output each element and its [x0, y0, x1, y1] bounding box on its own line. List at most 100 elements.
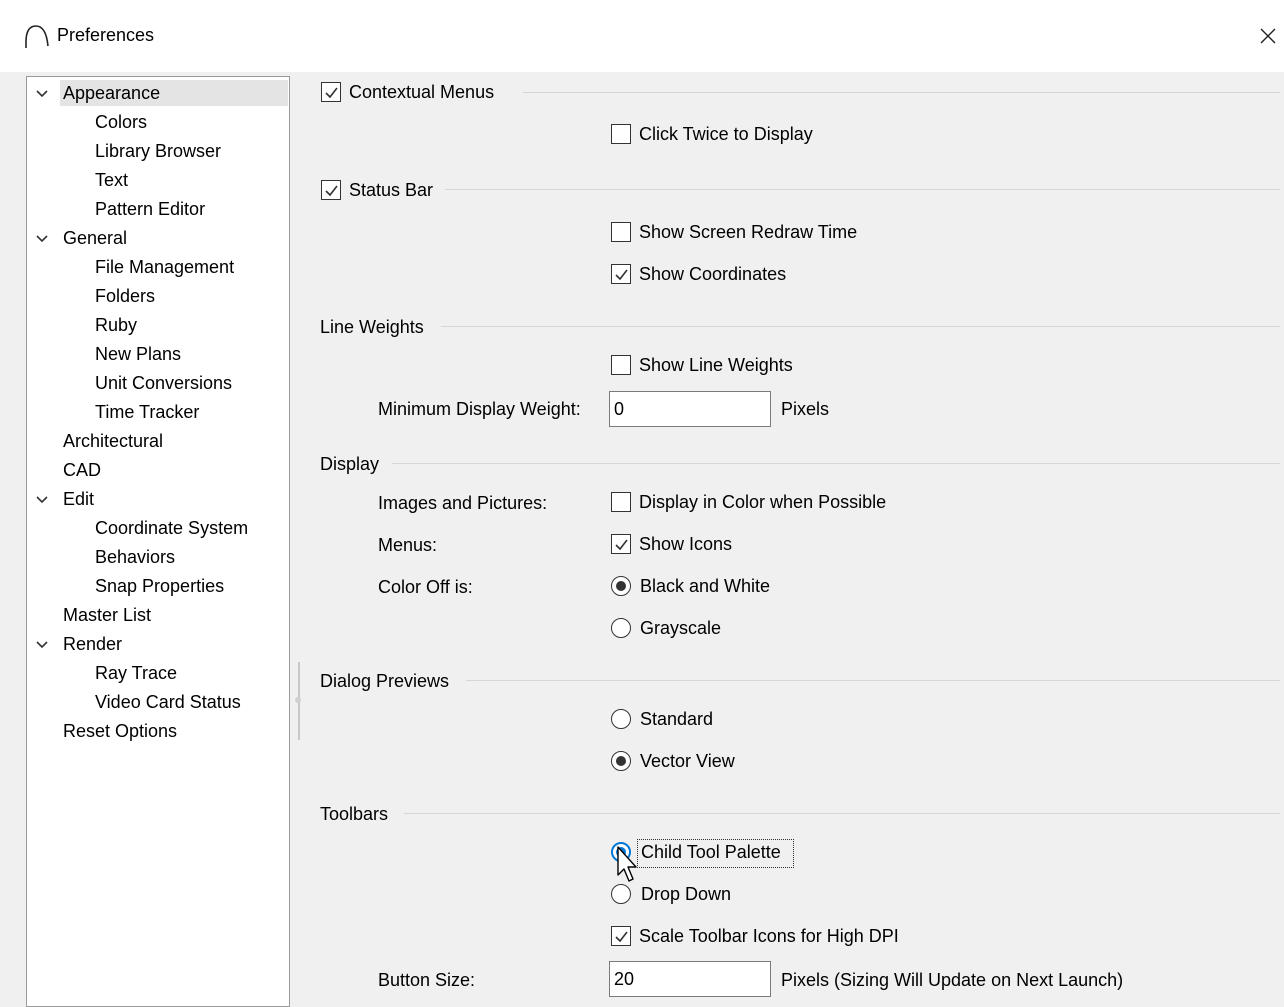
- tree-item[interactable]: Ruby: [92, 312, 137, 338]
- grayscale-radio[interactable]: [611, 618, 631, 638]
- toolbars-heading: Toolbars: [320, 804, 389, 824]
- tree-item-label: Unit Conversions: [95, 373, 233, 393]
- tree-item[interactable]: Render: [60, 631, 288, 657]
- tree-item-label: Ray Trace: [95, 663, 178, 683]
- show-line-weights-checkbox[interactable]: [611, 355, 631, 375]
- tree-item-label: Pattern Editor: [95, 199, 206, 219]
- tree-item[interactable]: Appearance: [60, 80, 288, 106]
- tree-item[interactable]: Video Card Status: [92, 689, 241, 715]
- grayscale-label[interactable]: Grayscale: [640, 618, 721, 639]
- tree-item[interactable]: Library Browser: [92, 138, 221, 164]
- tree-item-label: Library Browser: [95, 141, 222, 161]
- section-divider: [523, 92, 1280, 93]
- min-display-weight-input[interactable]: 0: [609, 391, 771, 427]
- dialog-previews-heading: Dialog Previews: [320, 671, 450, 691]
- tree-item[interactable]: File Management: [92, 254, 234, 280]
- button-size-label: Button Size:: [378, 970, 476, 990]
- title-bar: Preferences: [0, 0, 1284, 72]
- min-display-weight-label: Minimum Display Weight:: [378, 399, 581, 419]
- standard-radio[interactable]: [611, 709, 631, 729]
- drop-down-radio[interactable]: [611, 884, 631, 904]
- tree-item-label: General: [63, 228, 128, 248]
- tree-item[interactable]: General: [60, 225, 288, 251]
- show-line-weights-label[interactable]: Show Line Weights: [639, 355, 793, 376]
- tree-item[interactable]: Time Tracker: [92, 399, 199, 425]
- tree-item[interactable]: New Plans: [92, 341, 181, 367]
- tree-item-label: Render: [63, 634, 123, 654]
- tree-item-label: Architectural: [63, 431, 164, 451]
- tree-item-label: Edit: [63, 489, 95, 509]
- tree-item[interactable]: Ray Trace: [92, 660, 177, 686]
- show-icons-checkbox[interactable]: [611, 534, 631, 554]
- close-icon[interactable]: [1248, 20, 1284, 52]
- vector-view-radio[interactable]: [611, 751, 631, 771]
- chevron-down-icon[interactable]: [35, 234, 49, 244]
- tree-item[interactable]: Behaviors: [92, 544, 175, 570]
- chevron-down-icon[interactable]: [35, 640, 49, 650]
- button-size-input[interactable]: 20: [609, 961, 771, 997]
- tree-item[interactable]: Colors: [92, 109, 147, 135]
- show-coordinates-checkbox[interactable]: [611, 264, 631, 284]
- chevron-down-icon[interactable]: [35, 89, 49, 99]
- scale-toolbar-icons-label[interactable]: Scale Toolbar Icons for High DPI: [639, 926, 899, 947]
- click-twice-checkbox[interactable]: [611, 124, 631, 144]
- tree-item[interactable]: Architectural: [60, 428, 288, 454]
- drop-down-label[interactable]: Drop Down: [641, 884, 731, 905]
- show-coordinates-label[interactable]: Show Coordinates: [639, 264, 786, 285]
- tree-item-label: Reset Options: [63, 721, 178, 741]
- standard-label[interactable]: Standard: [640, 709, 713, 730]
- menus-label: Menus:: [378, 535, 438, 555]
- tree-item-label: Time Tracker: [95, 402, 200, 422]
- chevron-down-icon[interactable]: [35, 495, 49, 505]
- button-size-unit: Pixels (Sizing Will Update on Next Launc…: [781, 970, 1124, 990]
- tree-item-label: Text: [95, 170, 129, 190]
- min-display-weight-unit: Pixels: [781, 399, 830, 419]
- child-tool-palette-label[interactable]: Child Tool Palette: [641, 842, 781, 863]
- images-pictures-label: Images and Pictures:: [378, 493, 548, 513]
- arc-icon: [25, 25, 49, 48]
- show-icons-label[interactable]: Show Icons: [639, 534, 732, 555]
- tree-item[interactable]: Text: [92, 167, 128, 193]
- tree-item[interactable]: Pattern Editor: [92, 196, 205, 222]
- vector-view-label[interactable]: Vector View: [640, 751, 735, 772]
- tree-item-label: Snap Properties: [95, 576, 225, 596]
- screen-redraw-label[interactable]: Show Screen Redraw Time: [639, 222, 857, 243]
- tree-item-label: File Management: [95, 257, 235, 277]
- status-bar-label[interactable]: Status Bar: [349, 180, 433, 201]
- section-divider: [441, 326, 1280, 327]
- tree-item-label: Colors: [95, 112, 148, 132]
- tree-item[interactable]: CAD: [60, 457, 288, 483]
- tree-item-label: Folders: [95, 286, 156, 306]
- black-white-radio[interactable]: [611, 576, 631, 596]
- tree-item[interactable]: Coordinate System: [92, 515, 248, 541]
- mouse-pointer-icon: [617, 846, 637, 882]
- tree-item[interactable]: Folders: [92, 283, 155, 309]
- window-title: Preferences: [57, 25, 155, 45]
- click-twice-label[interactable]: Click Twice to Display: [639, 124, 813, 145]
- screen-redraw-checkbox[interactable]: [611, 222, 631, 242]
- display-heading: Display: [320, 454, 380, 474]
- tree-item-label: Appearance: [63, 83, 161, 103]
- section-divider: [404, 813, 1280, 814]
- status-bar-checkbox[interactable]: [321, 180, 341, 200]
- tree-item[interactable]: Unit Conversions: [92, 370, 232, 396]
- section-divider: [392, 463, 1280, 464]
- tree-item[interactable]: Reset Options: [60, 718, 288, 744]
- tree-item[interactable]: Master List: [60, 602, 288, 628]
- contextual-menus-label[interactable]: Contextual Menus: [349, 82, 494, 103]
- display-color-label[interactable]: Display in Color when Possible: [639, 492, 886, 513]
- tree-item-label: Behaviors: [95, 547, 176, 567]
- display-color-checkbox[interactable]: [611, 492, 631, 512]
- category-tree: Appearance Colors Library Browser Text Patte…: [26, 76, 290, 1007]
- tree-item-label: Ruby: [95, 315, 138, 335]
- tree-item-label: New Plans: [95, 344, 182, 364]
- color-off-label: Color Off is:: [378, 577, 473, 597]
- tree-item[interactable]: Edit: [60, 486, 288, 512]
- tree-item-label: Video Card Status: [95, 692, 241, 712]
- tree-item-label: Master List: [63, 605, 152, 625]
- tree-item[interactable]: Snap Properties: [92, 573, 224, 599]
- black-white-label[interactable]: Black and White: [640, 576, 770, 597]
- scale-toolbar-icons-checkbox[interactable]: [611, 926, 631, 946]
- contextual-menus-checkbox[interactable]: [321, 82, 341, 102]
- splitter-grip[interactable]: [295, 697, 301, 703]
